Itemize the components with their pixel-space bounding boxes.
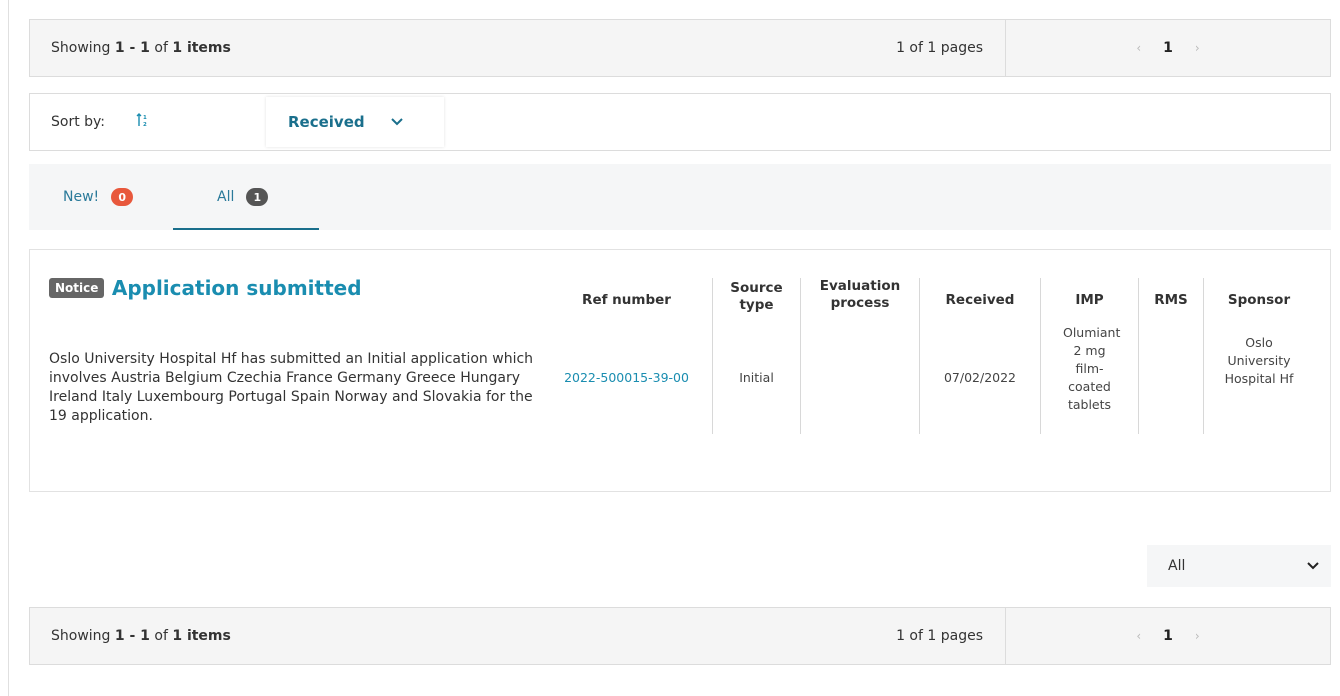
tab-all-count-badge: 1 [246, 188, 269, 206]
showing-summary: Showing 1 - 1 of 1 items [30, 628, 865, 644]
showing-prefix: Showing [51, 628, 115, 644]
received-value: 07/02/2022 [943, 370, 1017, 385]
tab-new-count-badge: 0 [111, 188, 134, 206]
next-page-icon[interactable]: › [1195, 629, 1200, 643]
sort-selected-value: Received [288, 113, 365, 131]
chevron-down-icon [390, 115, 403, 130]
col-source-type: Source type Initial [713, 278, 801, 434]
svg-text:1: 1 [143, 115, 147, 121]
imp-value: Olumiant 2 mg film-coated tablets [1063, 325, 1121, 412]
prev-page-icon[interactable]: ‹ [1136, 41, 1141, 55]
col-rms: RMS [1139, 278, 1204, 434]
showing-total: 1 items [172, 628, 231, 644]
showing-of: of [149, 628, 173, 644]
next-page-icon[interactable]: › [1195, 41, 1200, 55]
col-imp-header: IMP [1075, 292, 1104, 308]
pages-count: 1 of 1 pages [896, 40, 983, 56]
sponsor-value: Oslo University Hospital Hf [1224, 335, 1294, 386]
sort-label: Sort by: [51, 114, 106, 130]
notice-description: Oslo University Hospital Hf has submitte… [49, 351, 534, 424]
notice-title-link[interactable]: Application submitted [112, 276, 362, 300]
tab-new-label: New! [63, 189, 100, 205]
prev-page-icon[interactable]: ‹ [1136, 629, 1141, 643]
col-received: Received 07/02/2022 [920, 278, 1041, 434]
filter-selected-value: All [1168, 558, 1186, 574]
showing-of: of [149, 40, 173, 56]
showing-summary: Showing 1 - 1 of 1 items [30, 40, 865, 56]
sort-bar: Sort by: 1 2 Received [29, 93, 1331, 151]
pages-count: 1 of 1 pages [896, 628, 983, 644]
notice-badge: Notice [49, 278, 105, 298]
showing-prefix: Showing [51, 40, 115, 56]
sort-ascending-icon[interactable]: 1 2 [136, 113, 266, 131]
col-evaluation-process-header: Evaluation process [819, 278, 901, 311]
notice-columns: Ref number 2022-500015-39-00 Source type… [541, 278, 1314, 438]
pager-bottom: Showing 1 - 1 of 1 items 1 of 1 pages ‹ … [29, 607, 1331, 665]
page-number-button[interactable]: 1 [1163, 628, 1173, 644]
showing-range: 1 - 1 [114, 628, 150, 644]
ref-number-link[interactable]: 2022-500015-39-00 [541, 369, 712, 387]
sort-select[interactable]: Received [266, 97, 444, 147]
col-ref-number-header: Ref number [582, 292, 671, 308]
col-ref-number: Ref number 2022-500015-39-00 [541, 278, 713, 434]
pager-top: Showing 1 - 1 of 1 items 1 of 1 pages ‹ … [29, 19, 1331, 77]
col-source-type-header: Source type [730, 280, 783, 313]
col-sponsor: Sponsor Oslo University Hospital Hf [1204, 278, 1314, 438]
col-sponsor-header: Sponsor [1227, 292, 1291, 308]
col-rms-header: RMS [1154, 292, 1188, 308]
showing-total: 1 items [172, 40, 231, 56]
chevron-down-icon [1307, 558, 1319, 574]
page-number-button[interactable]: 1 [1163, 40, 1173, 56]
tab-all-label: All [217, 189, 235, 205]
pager-nav: ‹ 1 › [1005, 608, 1330, 664]
col-imp: IMP Olumiant 2 mg film-coated tablets [1041, 278, 1139, 434]
source-type-value: Initial [739, 370, 774, 385]
filter-select[interactable]: All [1147, 545, 1331, 587]
notice-header: Notice Application submitted [49, 276, 549, 300]
showing-range: 1 - 1 [114, 40, 150, 56]
notice-card: Notice Application submitted Oslo Univer… [29, 249, 1331, 492]
tab-all[interactable]: All 1 [173, 164, 319, 230]
tab-new[interactable]: New! 0 [29, 164, 173, 230]
pager-nav: ‹ 1 › [1005, 20, 1330, 76]
col-evaluation-process: Evaluation process [801, 278, 920, 434]
left-divider [8, 0, 9, 696]
tabs-bar: New! 0 All 1 [29, 164, 1331, 230]
svg-text:2: 2 [143, 122, 147, 127]
col-received-header: Received [945, 292, 1015, 308]
